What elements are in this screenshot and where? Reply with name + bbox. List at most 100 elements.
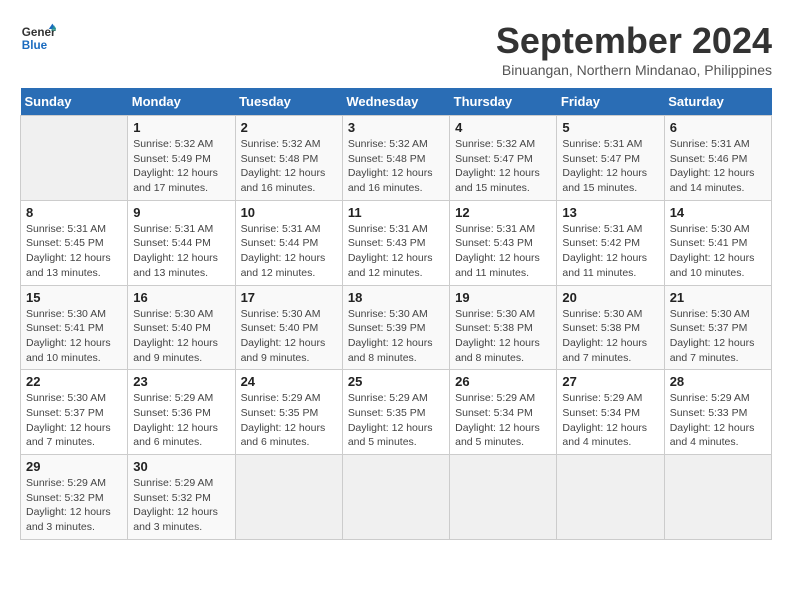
calendar-cell: 23 Sunrise: 5:29 AMSunset: 5:36 PMDaylig… bbox=[128, 370, 235, 455]
day-info: Sunrise: 5:32 AMSunset: 5:48 PMDaylight:… bbox=[241, 138, 326, 194]
calendar-cell: 30 Sunrise: 5:29 AMSunset: 5:32 PMDaylig… bbox=[128, 455, 235, 540]
day-number: 19 bbox=[455, 290, 551, 305]
weekday-header-thursday: Thursday bbox=[450, 88, 557, 116]
day-number: 24 bbox=[241, 374, 337, 389]
weekday-header-monday: Monday bbox=[128, 88, 235, 116]
day-info: Sunrise: 5:30 AMSunset: 5:38 PMDaylight:… bbox=[562, 308, 647, 364]
calendar-cell bbox=[557, 455, 664, 540]
day-number: 3 bbox=[348, 120, 444, 135]
day-info: Sunrise: 5:30 AMSunset: 5:38 PMDaylight:… bbox=[455, 308, 540, 364]
calendar-cell: 20 Sunrise: 5:30 AMSunset: 5:38 PMDaylig… bbox=[557, 285, 664, 370]
calendar-cell: 3 Sunrise: 5:32 AMSunset: 5:48 PMDayligh… bbox=[342, 116, 449, 201]
day-info: Sunrise: 5:30 AMSunset: 5:40 PMDaylight:… bbox=[241, 308, 326, 364]
day-info: Sunrise: 5:31 AMSunset: 5:43 PMDaylight:… bbox=[348, 223, 433, 279]
calendar-week-3: 15 Sunrise: 5:30 AMSunset: 5:41 PMDaylig… bbox=[21, 285, 772, 370]
calendar-cell: 2 Sunrise: 5:32 AMSunset: 5:48 PMDayligh… bbox=[235, 116, 342, 201]
calendar-cell: 15 Sunrise: 5:30 AMSunset: 5:41 PMDaylig… bbox=[21, 285, 128, 370]
weekday-row: SundayMondayTuesdayWednesdayThursdayFrid… bbox=[21, 88, 772, 116]
svg-text:Blue: Blue bbox=[22, 39, 48, 52]
day-number: 17 bbox=[241, 290, 337, 305]
day-info: Sunrise: 5:29 AMSunset: 5:36 PMDaylight:… bbox=[133, 392, 218, 448]
day-number: 2 bbox=[241, 120, 337, 135]
day-info: Sunrise: 5:32 AMSunset: 5:47 PMDaylight:… bbox=[455, 138, 540, 194]
calendar-cell bbox=[21, 116, 128, 201]
calendar-cell: 9 Sunrise: 5:31 AMSunset: 5:44 PMDayligh… bbox=[128, 200, 235, 285]
calendar-cell: 12 Sunrise: 5:31 AMSunset: 5:43 PMDaylig… bbox=[450, 200, 557, 285]
day-info: Sunrise: 5:30 AMSunset: 5:41 PMDaylight:… bbox=[26, 308, 111, 364]
day-number: 23 bbox=[133, 374, 229, 389]
calendar-cell: 14 Sunrise: 5:30 AMSunset: 5:41 PMDaylig… bbox=[664, 200, 771, 285]
logo-icon: General Blue bbox=[20, 20, 56, 56]
title-area: September 2024 Binuangan, Northern Minda… bbox=[496, 20, 772, 78]
calendar-header: SundayMondayTuesdayWednesdayThursdayFrid… bbox=[21, 88, 772, 116]
day-number: 21 bbox=[670, 290, 766, 305]
day-info: Sunrise: 5:31 AMSunset: 5:44 PMDaylight:… bbox=[241, 223, 326, 279]
day-info: Sunrise: 5:31 AMSunset: 5:46 PMDaylight:… bbox=[670, 138, 755, 194]
day-number: 6 bbox=[670, 120, 766, 135]
calendar-cell bbox=[664, 455, 771, 540]
calendar-cell: 4 Sunrise: 5:32 AMSunset: 5:47 PMDayligh… bbox=[450, 116, 557, 201]
calendar-cell: 21 Sunrise: 5:30 AMSunset: 5:37 PMDaylig… bbox=[664, 285, 771, 370]
calendar-cell bbox=[342, 455, 449, 540]
day-info: Sunrise: 5:29 AMSunset: 5:34 PMDaylight:… bbox=[562, 392, 647, 448]
day-number: 25 bbox=[348, 374, 444, 389]
calendar-cell: 11 Sunrise: 5:31 AMSunset: 5:43 PMDaylig… bbox=[342, 200, 449, 285]
calendar-cell: 8 Sunrise: 5:31 AMSunset: 5:45 PMDayligh… bbox=[21, 200, 128, 285]
location-title: Binuangan, Northern Mindanao, Philippine… bbox=[496, 62, 772, 78]
day-number: 4 bbox=[455, 120, 551, 135]
day-number: 11 bbox=[348, 205, 444, 220]
day-number: 12 bbox=[455, 205, 551, 220]
calendar-cell: 17 Sunrise: 5:30 AMSunset: 5:40 PMDaylig… bbox=[235, 285, 342, 370]
weekday-header-wednesday: Wednesday bbox=[342, 88, 449, 116]
weekday-header-sunday: Sunday bbox=[21, 88, 128, 116]
day-number: 29 bbox=[26, 459, 122, 474]
day-info: Sunrise: 5:29 AMSunset: 5:35 PMDaylight:… bbox=[348, 392, 433, 448]
day-info: Sunrise: 5:32 AMSunset: 5:49 PMDaylight:… bbox=[133, 138, 218, 194]
day-info: Sunrise: 5:31 AMSunset: 5:47 PMDaylight:… bbox=[562, 138, 647, 194]
day-info: Sunrise: 5:32 AMSunset: 5:48 PMDaylight:… bbox=[348, 138, 433, 194]
weekday-header-friday: Friday bbox=[557, 88, 664, 116]
day-info: Sunrise: 5:30 AMSunset: 5:37 PMDaylight:… bbox=[26, 392, 111, 448]
calendar-cell bbox=[235, 455, 342, 540]
day-number: 20 bbox=[562, 290, 658, 305]
day-number: 28 bbox=[670, 374, 766, 389]
day-info: Sunrise: 5:29 AMSunset: 5:35 PMDaylight:… bbox=[241, 392, 326, 448]
calendar-cell: 16 Sunrise: 5:30 AMSunset: 5:40 PMDaylig… bbox=[128, 285, 235, 370]
header: General Blue September 2024 Binuangan, N… bbox=[20, 20, 772, 78]
day-info: Sunrise: 5:31 AMSunset: 5:42 PMDaylight:… bbox=[562, 223, 647, 279]
day-number: 9 bbox=[133, 205, 229, 220]
weekday-header-tuesday: Tuesday bbox=[235, 88, 342, 116]
day-number: 30 bbox=[133, 459, 229, 474]
day-info: Sunrise: 5:30 AMSunset: 5:40 PMDaylight:… bbox=[133, 308, 218, 364]
calendar-cell: 25 Sunrise: 5:29 AMSunset: 5:35 PMDaylig… bbox=[342, 370, 449, 455]
day-number: 22 bbox=[26, 374, 122, 389]
calendar-cell: 6 Sunrise: 5:31 AMSunset: 5:46 PMDayligh… bbox=[664, 116, 771, 201]
calendar-cell: 26 Sunrise: 5:29 AMSunset: 5:34 PMDaylig… bbox=[450, 370, 557, 455]
calendar-cell: 24 Sunrise: 5:29 AMSunset: 5:35 PMDaylig… bbox=[235, 370, 342, 455]
calendar-week-1: 1 Sunrise: 5:32 AMSunset: 5:49 PMDayligh… bbox=[21, 116, 772, 201]
calendar-week-4: 22 Sunrise: 5:30 AMSunset: 5:37 PMDaylig… bbox=[21, 370, 772, 455]
day-info: Sunrise: 5:29 AMSunset: 5:32 PMDaylight:… bbox=[26, 477, 111, 533]
calendar-cell: 29 Sunrise: 5:29 AMSunset: 5:32 PMDaylig… bbox=[21, 455, 128, 540]
day-number: 10 bbox=[241, 205, 337, 220]
calendar-table: SundayMondayTuesdayWednesdayThursdayFrid… bbox=[20, 88, 772, 540]
calendar-cell: 19 Sunrise: 5:30 AMSunset: 5:38 PMDaylig… bbox=[450, 285, 557, 370]
calendar-cell: 22 Sunrise: 5:30 AMSunset: 5:37 PMDaylig… bbox=[21, 370, 128, 455]
day-info: Sunrise: 5:29 AMSunset: 5:33 PMDaylight:… bbox=[670, 392, 755, 448]
day-number: 8 bbox=[26, 205, 122, 220]
day-number: 13 bbox=[562, 205, 658, 220]
day-number: 5 bbox=[562, 120, 658, 135]
calendar-cell: 1 Sunrise: 5:32 AMSunset: 5:49 PMDayligh… bbox=[128, 116, 235, 201]
day-number: 16 bbox=[133, 290, 229, 305]
month-title: September 2024 bbox=[496, 20, 772, 62]
day-info: Sunrise: 5:30 AMSunset: 5:37 PMDaylight:… bbox=[670, 308, 755, 364]
day-info: Sunrise: 5:29 AMSunset: 5:34 PMDaylight:… bbox=[455, 392, 540, 448]
weekday-header-saturday: Saturday bbox=[664, 88, 771, 116]
day-info: Sunrise: 5:29 AMSunset: 5:32 PMDaylight:… bbox=[133, 477, 218, 533]
day-info: Sunrise: 5:30 AMSunset: 5:39 PMDaylight:… bbox=[348, 308, 433, 364]
day-number: 14 bbox=[670, 205, 766, 220]
day-number: 18 bbox=[348, 290, 444, 305]
calendar-week-2: 8 Sunrise: 5:31 AMSunset: 5:45 PMDayligh… bbox=[21, 200, 772, 285]
calendar-week-5: 29 Sunrise: 5:29 AMSunset: 5:32 PMDaylig… bbox=[21, 455, 772, 540]
calendar-cell: 28 Sunrise: 5:29 AMSunset: 5:33 PMDaylig… bbox=[664, 370, 771, 455]
